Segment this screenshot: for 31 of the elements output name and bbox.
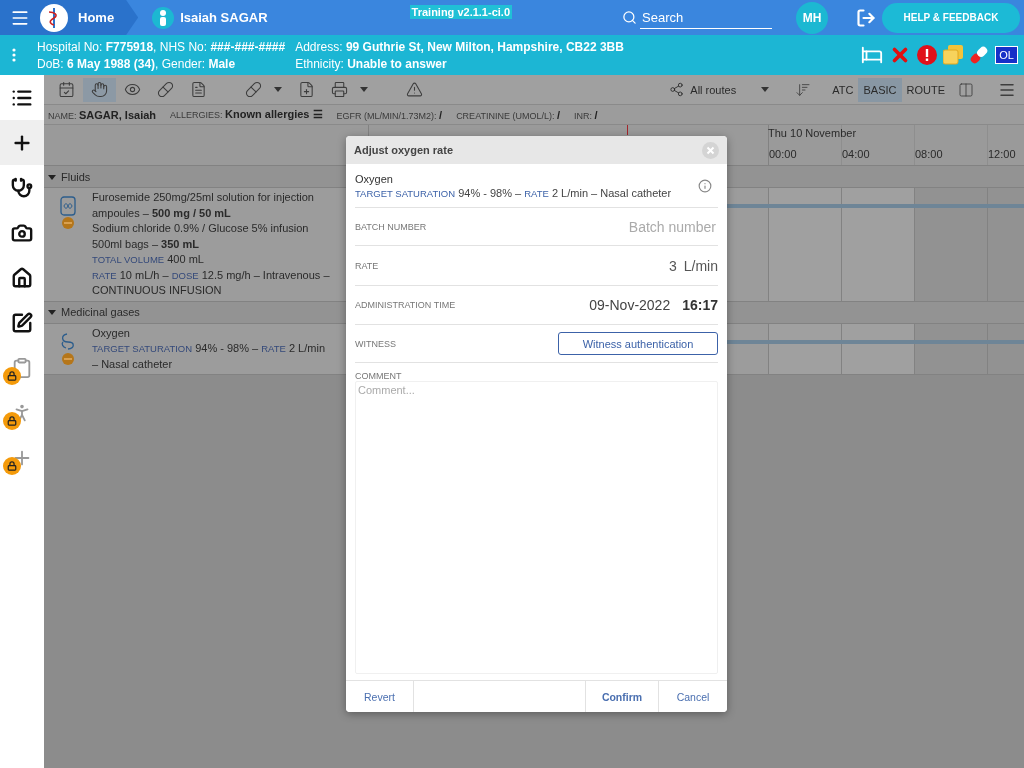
field-label: COMMENT — [355, 371, 403, 381]
patient-name: Isaiah SAGAR — [180, 10, 268, 25]
field-label: WITNESS — [355, 338, 396, 349]
product-name: Furosemide 250mg/25ml solution for injection ampoules – 500 mg / 50 mL — [92, 190, 315, 221]
product-name: Sodium chloride 0.9% / Glucose 5% infusion 500ml bags – 350 mL — [92, 221, 310, 252]
day-header: Thu 10 November — [768, 127, 857, 139]
hour-label: 04:00 — [842, 148, 871, 160]
field-label: RATE — [355, 260, 379, 271]
hour-label: 12:00 — [988, 148, 1017, 160]
patient-info: EGFR (ML/MIN/1.73M2): / — [336, 108, 443, 121]
environment-label: Training v2.1.1-ci.0 — [409, 5, 512, 19]
unit-label: L/min — [683, 257, 718, 274]
dialog-title: Adjust oxygen rate — [354, 144, 454, 156]
hour-label: 08:00 — [915, 148, 944, 160]
prescription-details: RATE 10 mL/h – DOSE 12.5 mg/h – Intravenous – CONTINUOUS INFUSION — [92, 267, 331, 298]
patient-info: INR: / — [574, 108, 598, 121]
patient-detail: Ethnicity: Unable to answer — [295, 56, 448, 71]
patient-info: CREATININE (UMOL/L): / — [456, 108, 561, 121]
drug-name: Oxygen — [355, 172, 394, 185]
product-name: Oxygen — [92, 325, 131, 341]
field-label: BATCH NUMBER — [355, 221, 427, 232]
prescription-details: TOTAL VOLUME 400 mL — [92, 252, 205, 267]
patient-detail: Address: 99 Guthrie St, New Milton, Hampshire, CB22 3BB — [295, 39, 624, 54]
patient-info: NAME: SAGAR, Isaiah — [48, 108, 157, 121]
hour-label: 00:00 — [769, 148, 798, 160]
patient-detail: Hospital No: F775918, NHS No: ###-###-#### — [37, 39, 286, 54]
prescription-details: TARGET SATURATION 94% - 98% – RATE 2 L/min – Nasal catheter — [355, 186, 672, 199]
patient-info: ALLERGIES: Known allergies ☰ — [170, 108, 323, 121]
prescription-details: TARGET SATURATION 94% - 98% – RATE 2 L/min – Nasal catheter — [92, 341, 326, 372]
patient-detail: DoB: 6 May 1988 (34), Gender: Male — [37, 56, 237, 71]
field-label: ADMINISTRATION TIME — [355, 300, 456, 310]
